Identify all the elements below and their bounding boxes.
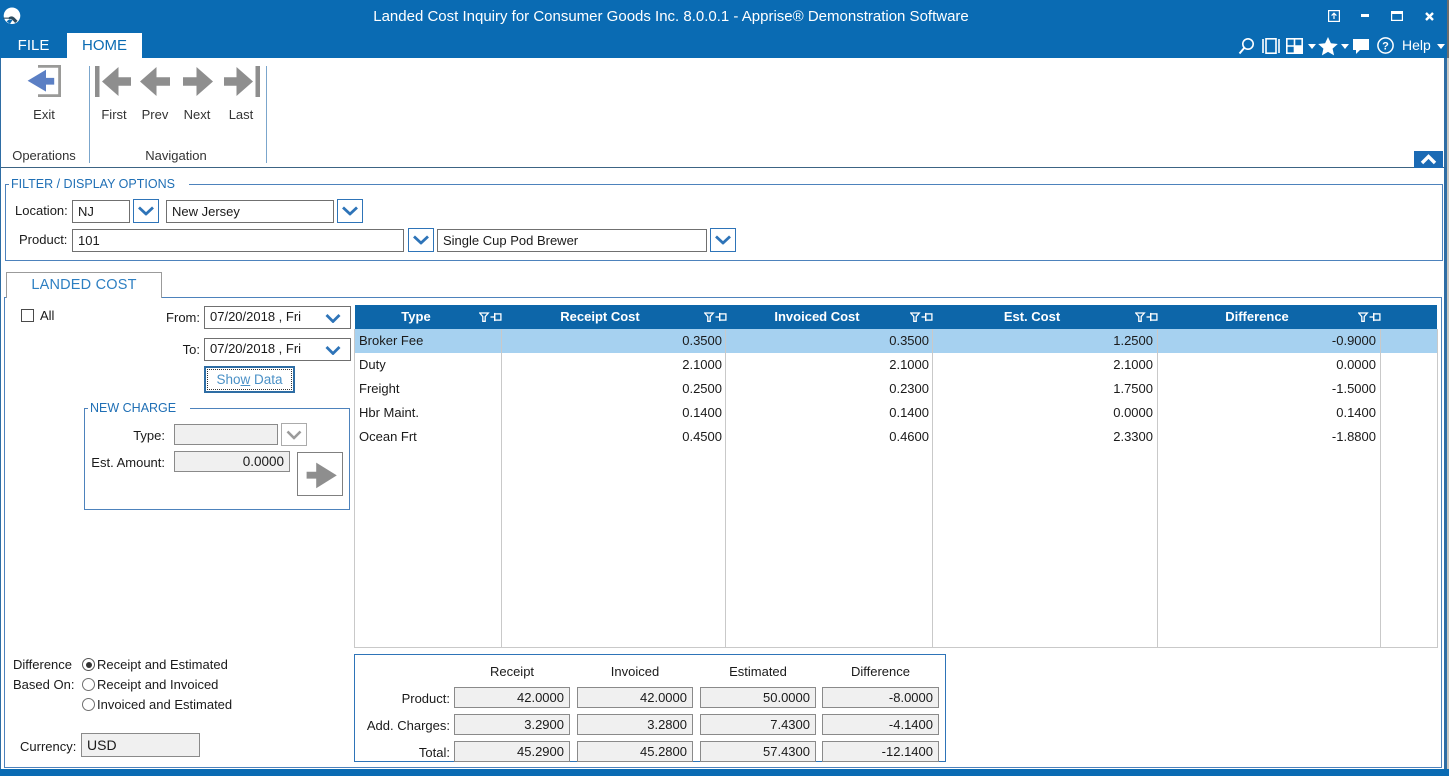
svg-text:?: ?: [1382, 41, 1389, 53]
